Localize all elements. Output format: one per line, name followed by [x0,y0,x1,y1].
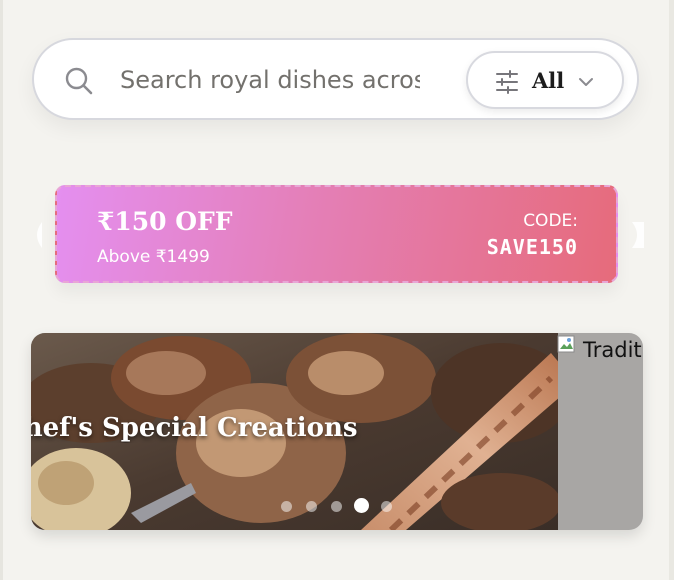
next-slide-image-alt: Traditional [583,338,643,362]
banner-title-text: Chef's Special Creations [31,413,358,443]
coupon-min-order: Above ₹1499 [97,247,210,267]
carousel-dot-4-active[interactable] [354,498,369,513]
chevron-down-icon [579,78,593,86]
banner-title: Chef's Special Creations [31,413,558,443]
coupon-card[interactable]: ₹150 OFF Above ₹1499 CODE: SAVE150 [55,185,618,283]
coupon-code[interactable]: SAVE150 [487,235,578,259]
carousel-dot-1[interactable] [281,501,292,512]
promo-banner-carousel[interactable]: Chef's Special Creations Traditional [31,333,643,530]
category-filter-button[interactable]: All [466,51,624,109]
filter-label: All [532,68,565,93]
next-slide-image: Traditional [557,333,643,363]
coupon-amount: ₹150 OFF [97,207,233,236]
carousel-dot-5[interactable] [381,501,392,512]
coupon-code-label: CODE: [523,211,578,231]
search-bar: All [32,38,639,120]
prev-coupon-peek[interactable] [30,222,42,248]
left-edge-divider [0,0,3,580]
sliders-icon [496,70,518,94]
next-coupon-peek[interactable] [632,222,644,248]
carousel-dot-3[interactable] [331,501,342,512]
search-input[interactable] [120,62,420,98]
search-icon [65,67,93,95]
carousel-dot-2[interactable] [306,501,317,512]
right-edge-divider [669,0,674,580]
broken-image-icon [557,335,575,353]
